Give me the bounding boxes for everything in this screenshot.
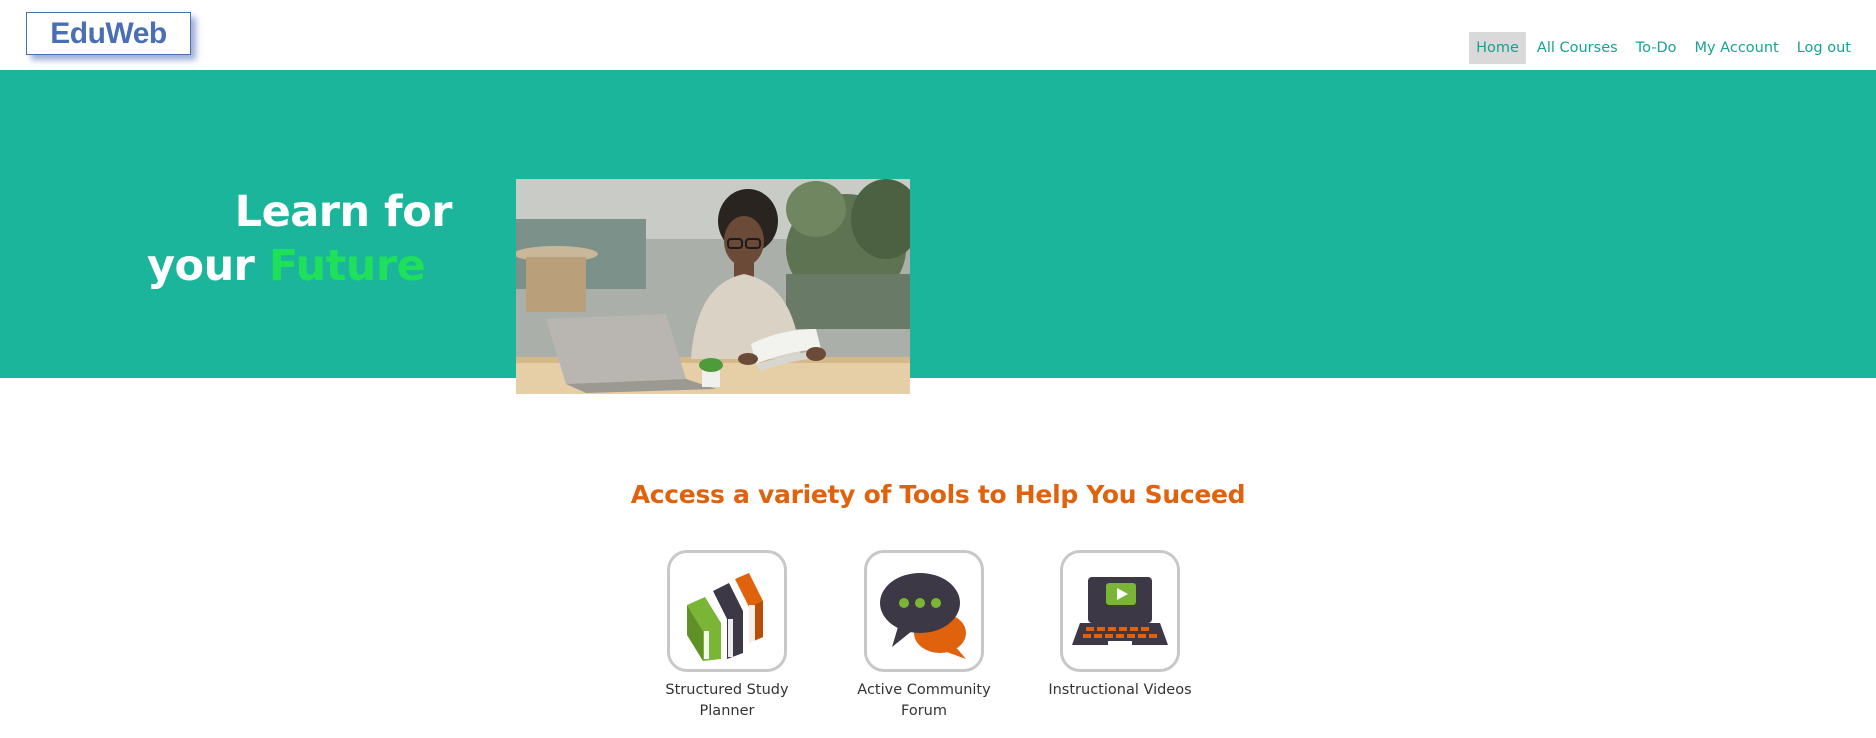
tool-instructional-videos[interactable]: Instructional Videos (1045, 550, 1195, 701)
hero-title-prefix: your (147, 241, 269, 291)
student-studying-illustration (516, 179, 910, 394)
books-icon-tile[interactable] (667, 550, 787, 672)
logo-text: EduWeb (50, 16, 167, 50)
nav-logout-link[interactable]: Log out (1790, 32, 1858, 64)
hero-title: Learn for your Future (0, 185, 453, 293)
tools-heading: Access a variety of Tools to Help You Su… (630, 480, 1246, 509)
hero-title-accent: Future (268, 241, 426, 291)
chat-bubbles-icon-tile[interactable] (864, 550, 984, 672)
laptop-video-icon (1072, 577, 1168, 645)
tool-label: Active Community Forum (857, 682, 991, 719)
nav-my-account-link[interactable]: My Account (1687, 32, 1785, 64)
site-header: EduWeb Home All Courses To-Do My Account… (0, 0, 1876, 70)
tool-label: Instructional Videos (1048, 682, 1192, 698)
tool-community-forum[interactable]: Active Community Forum (849, 550, 999, 722)
hero-student-photo (516, 179, 910, 394)
tool-study-planner[interactable]: Structured Study Planner (652, 550, 802, 722)
eduweb-logo[interactable]: EduWeb (26, 12, 191, 55)
nav-home-link[interactable]: Home (1469, 32, 1526, 64)
hero-banner: Learn for your Future (0, 70, 1876, 394)
laptop-video-icon-tile[interactable] (1060, 550, 1180, 672)
chat-bubbles-icon (880, 573, 966, 659)
hero-title-line1: Learn for (234, 187, 453, 237)
books-icon (687, 573, 763, 661)
hero-title-line2: your Future (0, 239, 452, 293)
tool-label: Structured Study Planner (665, 682, 789, 719)
main-nav: Home All Courses To-Do My Account Log ou… (1465, 32, 1858, 64)
nav-all-courses-link[interactable]: All Courses (1530, 32, 1625, 64)
nav-todo-link[interactable]: To-Do (1629, 32, 1684, 64)
